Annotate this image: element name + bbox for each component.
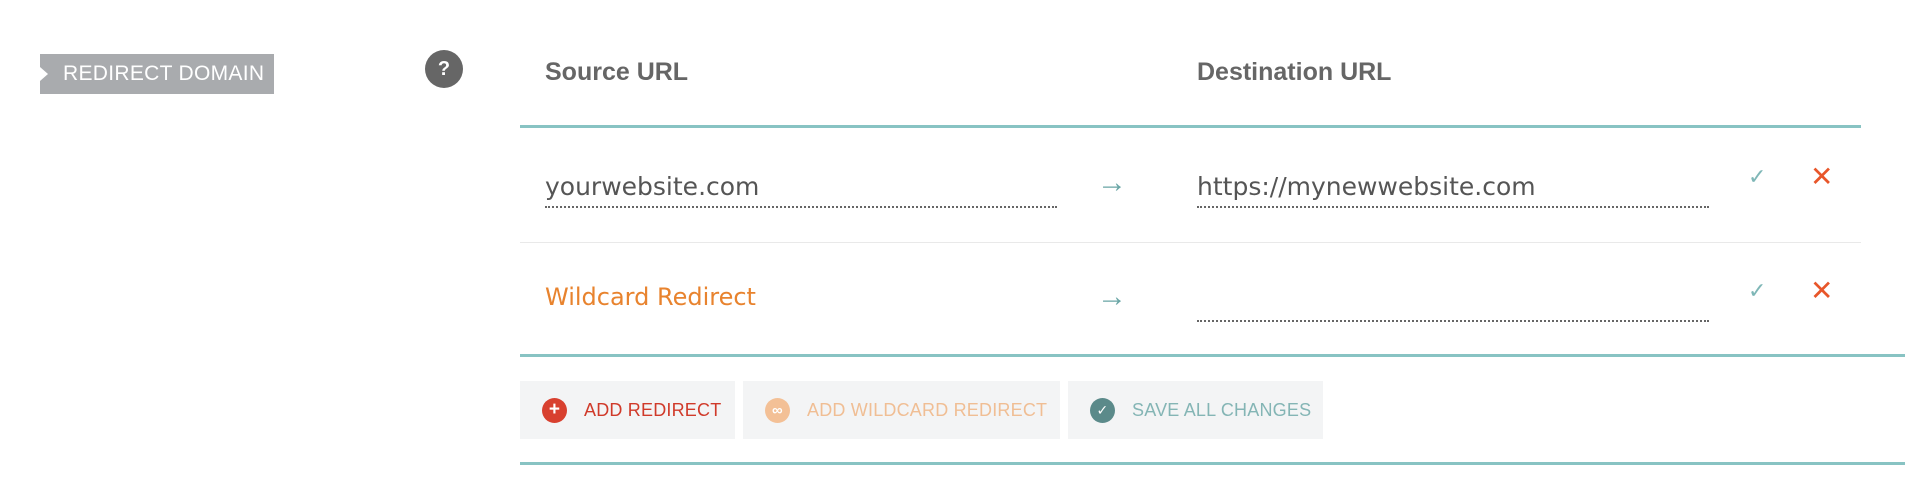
destination-url-input[interactable]: https://mynewwebsite.com bbox=[1197, 168, 1709, 208]
add-redirect-label: ADD REDIRECT bbox=[584, 399, 722, 420]
help-icon[interactable]: ? bbox=[425, 50, 463, 88]
save-all-changes-button[interactable]: ✓ SAVE ALL CHANGES bbox=[1068, 381, 1323, 439]
plus-circle-icon: + bbox=[542, 397, 567, 423]
header-divider bbox=[520, 125, 1861, 128]
add-wildcard-label: ADD WILDCARD REDIRECT bbox=[807, 399, 1048, 420]
arrow-icon: → bbox=[1097, 166, 1127, 199]
actions-bottom-divider bbox=[520, 462, 1905, 465]
arrow-icon: → bbox=[1097, 280, 1127, 313]
add-wildcard-redirect-button[interactable]: ∞ ADD WILDCARD REDIRECT bbox=[743, 381, 1060, 439]
delete-x-icon[interactable]: ✕ bbox=[1810, 274, 1833, 307]
save-all-label: SAVE ALL CHANGES bbox=[1132, 399, 1312, 420]
add-redirect-button[interactable]: + ADD REDIRECT bbox=[520, 381, 735, 439]
source-url-input[interactable]: yourwebsite.com bbox=[545, 168, 1057, 208]
confirm-check-icon[interactable]: ✓ bbox=[1748, 164, 1766, 190]
confirm-check-icon[interactable]: ✓ bbox=[1748, 278, 1766, 304]
source-url-header: Source URL bbox=[545, 58, 689, 86]
infinity-circle-icon: ∞ bbox=[765, 397, 790, 423]
destination-url-header: Destination URL bbox=[1197, 58, 1392, 86]
wildcard-destination-input[interactable] bbox=[1197, 282, 1709, 322]
section-label: REDIRECT DOMAIN bbox=[40, 54, 274, 94]
wildcard-redirect-source: Wildcard Redirect bbox=[545, 283, 756, 311]
delete-x-icon[interactable]: ✕ bbox=[1810, 160, 1833, 193]
row-divider bbox=[520, 242, 1861, 243]
table-bottom-divider bbox=[520, 354, 1905, 357]
check-circle-icon: ✓ bbox=[1090, 397, 1115, 423]
